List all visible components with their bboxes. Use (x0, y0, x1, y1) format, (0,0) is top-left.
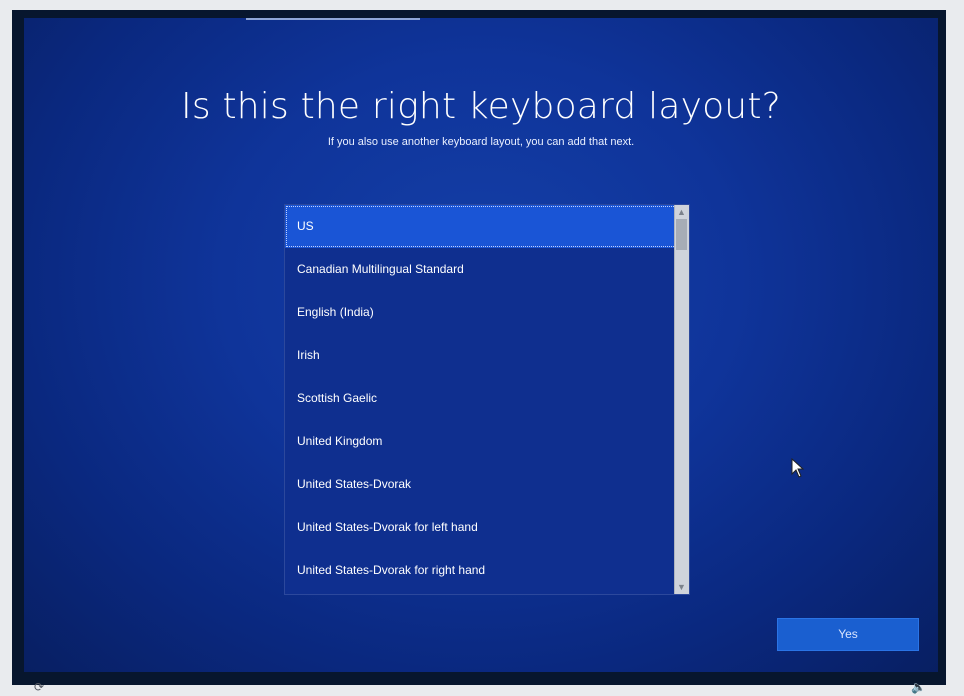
mouse-pointer-icon (791, 458, 805, 478)
progress-indicator (246, 18, 420, 20)
ease-of-access-icon[interactable]: ⟳ (34, 680, 44, 694)
keyboard-layout-option-english-india[interactable]: English (India) (285, 291, 677, 334)
keyboard-layout-option-canadian-multilingual-standard[interactable]: Canadian Multilingual Standard (285, 248, 677, 291)
list-scrollbar[interactable]: ▲ ▼ (674, 205, 689, 594)
chevron-down-icon[interactable]: ▼ (675, 580, 688, 594)
keyboard-layout-option-dvorak-left-hand[interactable]: United States-Dvorak for left hand (285, 506, 677, 549)
monitor-frame: Is this the right keyboard layout? If yo… (0, 0, 964, 696)
page-subtitle: If you also use another keyboard layout,… (327, 136, 635, 148)
scrollbar-thumb[interactable] (676, 219, 687, 250)
keyboard-layout-option-united-states-dvorak[interactable]: United States-Dvorak (285, 463, 677, 506)
keyboard-layout-option-united-kingdom[interactable]: United Kingdom (285, 420, 677, 463)
chevron-up-icon[interactable]: ▲ (675, 205, 688, 219)
setup-page: Is this the right keyboard layout? If yo… (24, 18, 938, 672)
yes-button[interactable]: Yes (777, 618, 919, 651)
volume-icon[interactable]: 🔈 (911, 680, 926, 694)
keyboard-layout-option-scottish-gaelic[interactable]: Scottish Gaelic (285, 377, 677, 420)
keyboard-layout-option-us[interactable]: US (285, 205, 677, 248)
screen: Is this the right keyboard layout? If yo… (12, 10, 946, 685)
keyboard-layout-option-dvorak-right-hand[interactable]: United States-Dvorak for right hand (285, 549, 677, 592)
keyboard-layout-list[interactable]: US Canadian Multilingual Standard Englis… (284, 204, 690, 595)
keyboard-layout-option-irish[interactable]: Irish (285, 334, 677, 377)
page-title: Is this the right keyboard layout? (181, 86, 781, 127)
